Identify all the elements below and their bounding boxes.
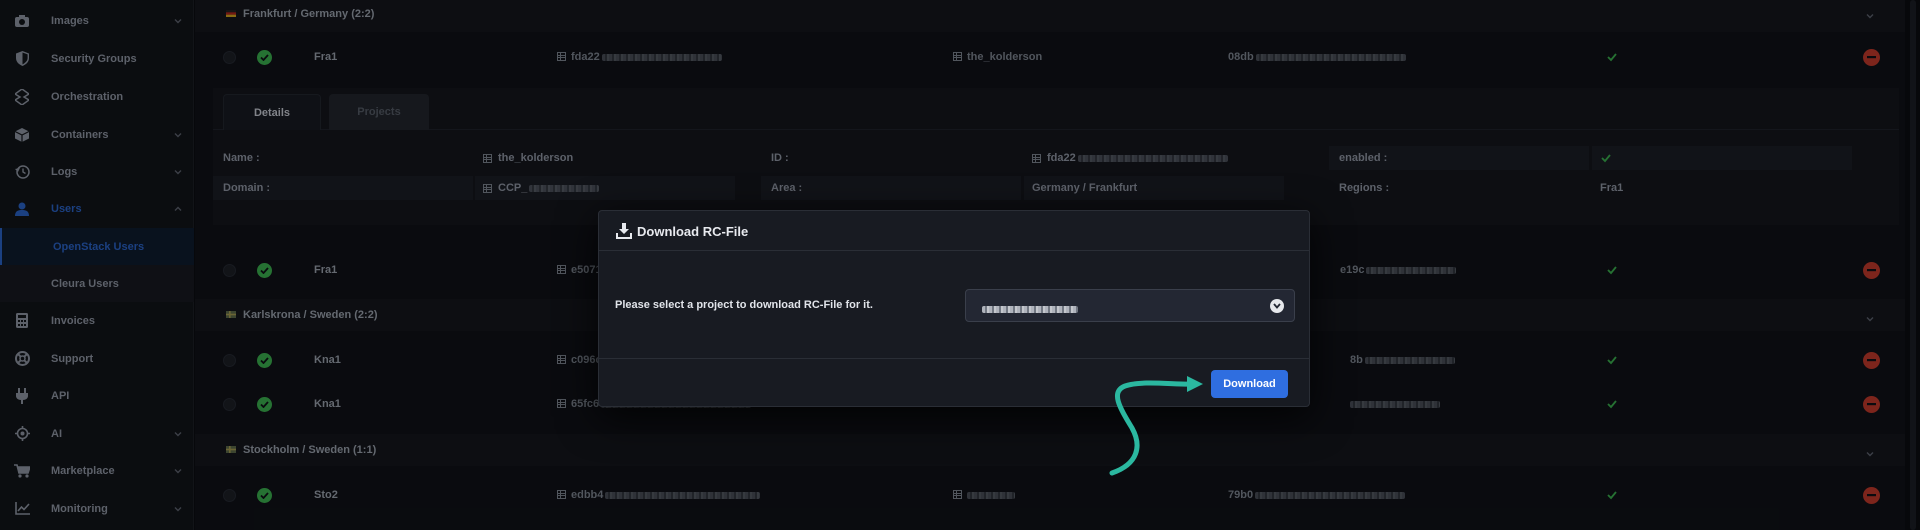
redacted-text: [982, 305, 1078, 313]
dialog-divider: [599, 358, 1309, 359]
download-icon: [616, 223, 632, 239]
download-rc-file-dialog: Download RC-File Please select a project…: [598, 210, 1310, 407]
project-select[interactable]: [965, 289, 1295, 322]
project-select-value: [982, 303, 1078, 315]
dialog-prompt: Please select a project to download RC-F…: [615, 299, 873, 311]
dialog-header: Download RC-File: [599, 211, 1309, 251]
dialog-title: Download RC-File: [637, 224, 749, 239]
chevron-down-icon: [1270, 299, 1284, 313]
download-button[interactable]: Download: [1211, 370, 1288, 398]
